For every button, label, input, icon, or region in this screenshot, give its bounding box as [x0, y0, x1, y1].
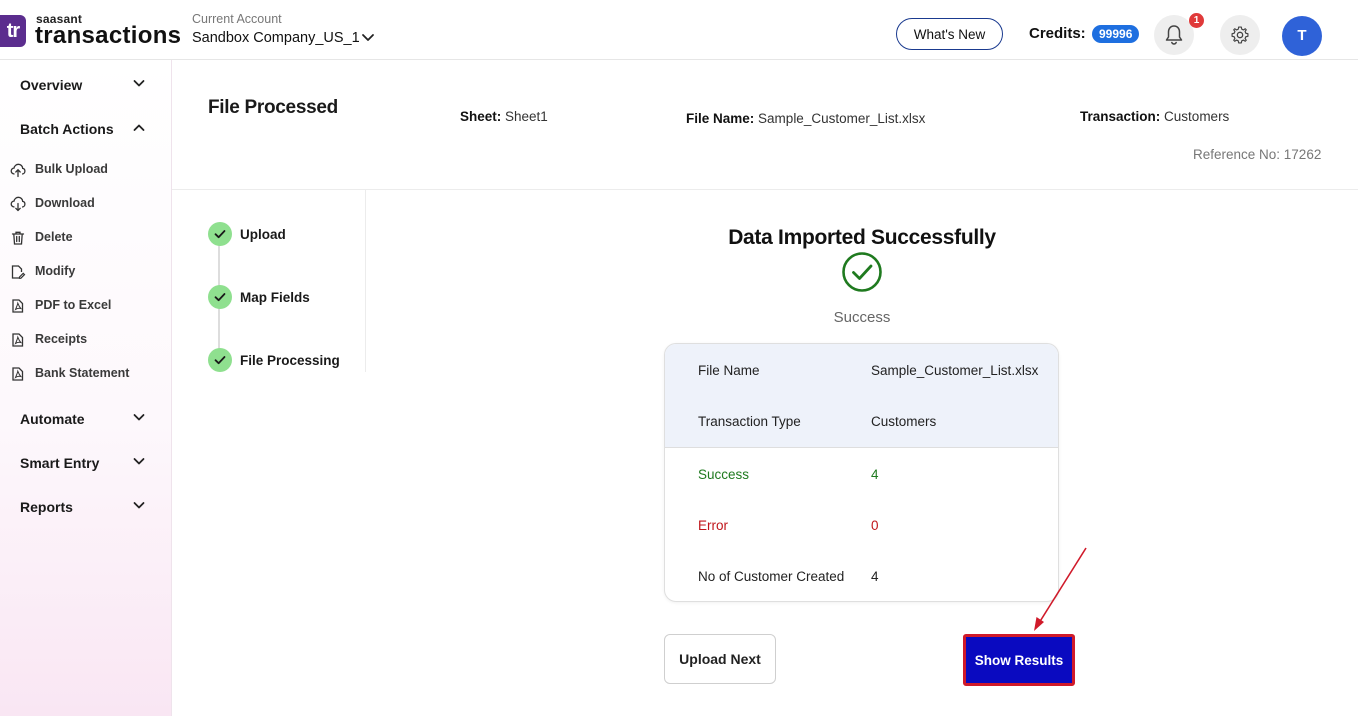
sidebar-item-label: Bulk Upload	[35, 162, 108, 176]
row-value-transaction-type: Customers	[871, 414, 937, 429]
current-account-label: Current Account	[192, 12, 282, 26]
gear-icon	[1231, 26, 1249, 44]
chevron-down-icon[interactable]	[132, 410, 146, 424]
result-summary-card: File Name Sample_Customer_List.xlsx Tran…	[664, 343, 1059, 602]
row-value-error: 0	[871, 518, 879, 533]
row-label-file-name: File Name	[698, 363, 760, 378]
app-root: tr saasant transactions Current Account …	[0, 0, 1358, 716]
transaction-value: Customers	[1164, 109, 1230, 124]
receipt-file-icon	[12, 333, 24, 347]
edit-file-icon	[11, 265, 26, 279]
row-value-customers-created: 4	[871, 569, 879, 584]
cloud-download-icon	[10, 196, 26, 212]
chevron-down-icon[interactable]	[132, 76, 146, 90]
notification-count-badge: 1	[1189, 13, 1204, 28]
sidebar-group-smart-entry[interactable]: Smart Entry	[20, 455, 99, 471]
check-icon	[214, 293, 226, 302]
credits-label: Credits:	[1029, 25, 1086, 42]
logo-mark[interactable]: tr	[0, 15, 26, 47]
account-selector[interactable]: Sandbox Company_US_1	[192, 30, 360, 46]
chevron-down-icon[interactable]	[360, 29, 376, 45]
sheet-info: Sheet: Sheet1	[460, 109, 548, 124]
check-icon	[214, 356, 226, 365]
sidebar-item-pdf-to-excel[interactable]: PDF to Excel	[10, 296, 160, 316]
bell-icon	[1165, 25, 1183, 45]
sidebar-group-reports[interactable]: Reports	[20, 499, 73, 515]
header-divider	[172, 189, 1358, 190]
settings-button[interactable]	[1220, 15, 1260, 55]
sheet-value: Sheet1	[505, 109, 548, 124]
transaction-info: Transaction: Customers	[1080, 109, 1229, 124]
steps-divider	[365, 190, 366, 372]
chevron-up-icon[interactable]	[132, 121, 146, 135]
result-status: Success	[833, 309, 891, 326]
chevron-down-icon[interactable]	[132, 454, 146, 468]
row-value-success: 4	[871, 467, 879, 482]
statement-file-icon	[12, 367, 24, 381]
sheet-label: Sheet:	[460, 109, 502, 124]
sidebar: Overview Batch Actions Bulk Upload Downl…	[0, 60, 172, 716]
step-complete-icon	[208, 222, 232, 246]
check-icon	[214, 230, 226, 239]
card-file-details	[665, 344, 1058, 448]
transaction-label: Transaction:	[1080, 109, 1161, 124]
sidebar-item-delete[interactable]: Delete	[10, 228, 160, 248]
annotation-arrow	[1034, 547, 1087, 631]
step-upload: Upload	[240, 227, 286, 242]
step-complete-icon	[208, 285, 232, 309]
sidebar-item-label: Delete	[35, 230, 73, 244]
sidebar-item-modify[interactable]: Modify	[10, 262, 160, 282]
sidebar-item-label: Modify	[35, 264, 76, 278]
chevron-down-icon[interactable]	[132, 498, 146, 512]
credits-badge: 99996	[1092, 25, 1140, 43]
success-check-icon	[842, 252, 882, 292]
file-name-value: Sample_Customer_List.xlsx	[758, 111, 926, 126]
upload-next-button[interactable]: Upload Next	[664, 634, 776, 684]
step-file-processing: File Processing	[240, 353, 340, 368]
row-value-file-name: Sample_Customer_List.xlsx	[871, 363, 1039, 378]
reference-number: Reference No: 17262	[1193, 147, 1322, 162]
notifications-button[interactable]	[1154, 15, 1194, 55]
top-bar: tr saasant transactions Current Account …	[0, 0, 1358, 60]
sidebar-item-bank-statement[interactable]: Bank Statement	[10, 364, 160, 384]
row-label-success: Success	[698, 467, 750, 482]
row-label-customers-created: No of Customer Created	[698, 569, 845, 584]
trash-icon	[11, 231, 25, 245]
sidebar-item-download[interactable]: Download	[10, 194, 160, 214]
sidebar-group-batch-actions[interactable]: Batch Actions	[20, 121, 114, 137]
row-label-error: Error	[698, 518, 728, 533]
cloud-upload-icon	[10, 163, 26, 178]
whats-new-button[interactable]: What's New	[896, 18, 1003, 50]
sidebar-item-label: Bank Statement	[35, 366, 130, 380]
sidebar-item-label: Download	[35, 196, 95, 210]
sidebar-group-overview[interactable]: Overview	[20, 77, 82, 93]
result-title: Data Imported Successfully	[728, 226, 996, 249]
sidebar-item-receipts[interactable]: Receipts	[10, 330, 160, 350]
file-name-info: File Name: Sample_Customer_List.xlsx	[686, 111, 925, 126]
sidebar-item-label: PDF to Excel	[35, 298, 112, 312]
step-complete-icon	[208, 348, 232, 372]
page-title: File Processed	[208, 97, 338, 118]
show-results-button[interactable]: Show Results	[963, 634, 1075, 686]
step-map-fields: Map Fields	[240, 290, 310, 305]
logo-product-text[interactable]: transactions	[35, 22, 181, 50]
pdf-file-icon	[12, 299, 24, 313]
user-avatar[interactable]: T	[1282, 16, 1322, 56]
row-label-transaction-type: Transaction Type	[698, 414, 801, 429]
sidebar-item-bulk-upload[interactable]: Bulk Upload	[10, 160, 160, 180]
sidebar-group-automate[interactable]: Automate	[20, 411, 85, 427]
sidebar-item-label: Receipts	[35, 332, 88, 346]
file-name-label: File Name:	[686, 111, 755, 126]
